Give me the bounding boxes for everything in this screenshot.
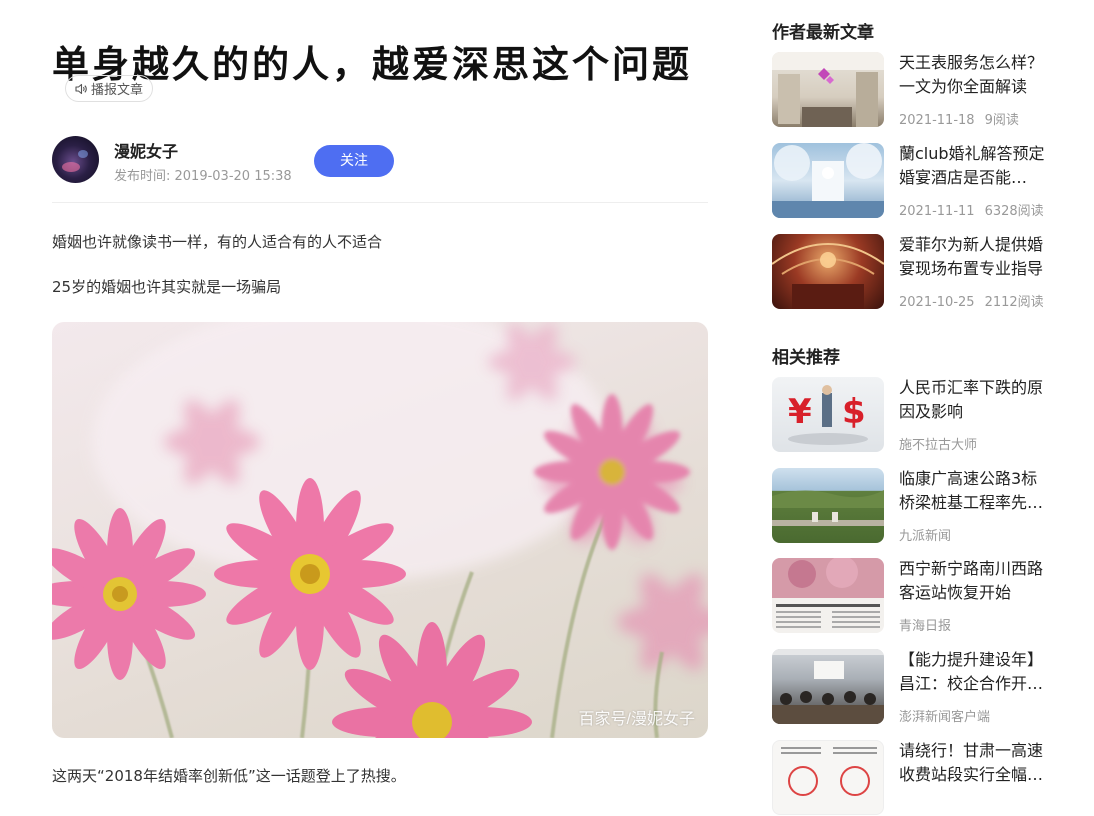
article-image: 百家号/漫妮女子	[52, 322, 708, 738]
latest-article-card[interactable]: 爱菲尔为新人提供婚宴现场布置专业指导 2021-10-25 2112阅读	[772, 234, 1052, 310]
thumbnail	[772, 468, 884, 543]
thumbnail	[772, 234, 884, 309]
card-source: 澎湃新闻客户端	[899, 710, 991, 725]
thumbnail	[772, 649, 884, 724]
card-source: 青海日报	[899, 619, 952, 634]
author-bar: 漫妮女子 发布时间: 2019-03-20 15:38 关注	[52, 136, 708, 186]
paragraph: 婚姻也许就像读书一样，有的人适合有的人不适合	[52, 233, 383, 251]
latest-article-card[interactable]: 蘭club婚礼解答预定婚宴酒店是否能… 2021-11-11 6328阅读	[772, 143, 1052, 219]
card-title: 【能力提升建设年】昌江：校企合作开…	[899, 650, 1044, 693]
thumbnail	[772, 52, 884, 127]
card-source: 施不拉古大师	[899, 438, 978, 453]
card-title: 蘭club婚礼解答预定婚宴酒店是否能…	[899, 144, 1045, 187]
svg-text:$: $	[842, 392, 866, 432]
card-title: 西宁新宁路南川西路客运站恢复开始	[899, 559, 1044, 602]
card-meta: 2021-11-11 6328阅读	[899, 204, 1044, 219]
card-title: 临康广高速公路3标桥梁桩基工程率先…	[899, 469, 1044, 512]
thumbnail	[772, 143, 884, 218]
related-article-card[interactable]: 【能力提升建设年】昌江：校企合作开… 澎湃新闻客户端	[772, 649, 1052, 725]
image-watermark: 百家号/漫妮女子	[578, 711, 695, 728]
related-heading: 相关推荐	[772, 348, 840, 368]
card-title: 天王表服务怎么样？一文为你全面解读	[899, 53, 1044, 96]
latest-heading: 作者最新文章	[772, 23, 874, 43]
paragraph: 25岁的婚姻也许其实就是一场骗局	[52, 278, 282, 296]
author-name[interactable]: 漫妮女子	[114, 138, 178, 162]
card-title: 人民币汇率下跌的原因及影响	[899, 378, 1044, 421]
latest-article-card[interactable]: 天王表服务怎么样？一文为你全面解读 2021-11-18 9阅读	[772, 52, 1052, 128]
related-article-card[interactable]: 临康广高速公路3标桥梁桩基工程率先… 九派新闻	[772, 468, 1052, 544]
thumbnail	[772, 740, 884, 815]
thumbnail	[772, 558, 884, 633]
paragraph: 这两天“2018年结婚率创新低”这一话题登上了热搜。	[52, 767, 406, 785]
card-title: 爱菲尔为新人提供婚宴现场布置专业指导	[899, 235, 1044, 278]
related-article-card[interactable]: 西宁新宁路南川西路客运站恢复开始 青海日报	[772, 558, 1052, 634]
related-article-card[interactable]: ¥ $ 人民币汇率下跌的原因及影响 施不拉古大师	[772, 377, 1052, 453]
speaker-icon	[75, 83, 87, 94]
card-meta: 2021-10-25 2112阅读	[899, 295, 1044, 310]
follow-button[interactable]: 关注	[314, 145, 394, 177]
card-meta: 2021-11-18 9阅读	[899, 113, 1019, 128]
svg-text:¥: ¥	[788, 392, 812, 432]
avatar[interactable]	[52, 136, 99, 183]
thumbnail: ¥ $	[772, 377, 884, 452]
publish-time: 发布时间: 2019-03-20 15:38	[114, 169, 292, 184]
flower-illustration	[52, 322, 708, 738]
related-article-card[interactable]: 请绕行！甘肃一高速收费站段实行全幅…	[772, 740, 1052, 816]
card-title: 请绕行！甘肃一高速收费站段实行全幅…	[899, 741, 1044, 784]
listen-button[interactable]: 播报文章	[65, 75, 154, 102]
listen-label: 播报文章	[91, 83, 144, 98]
card-source: 九派新闻	[899, 529, 952, 544]
divider	[52, 202, 708, 203]
